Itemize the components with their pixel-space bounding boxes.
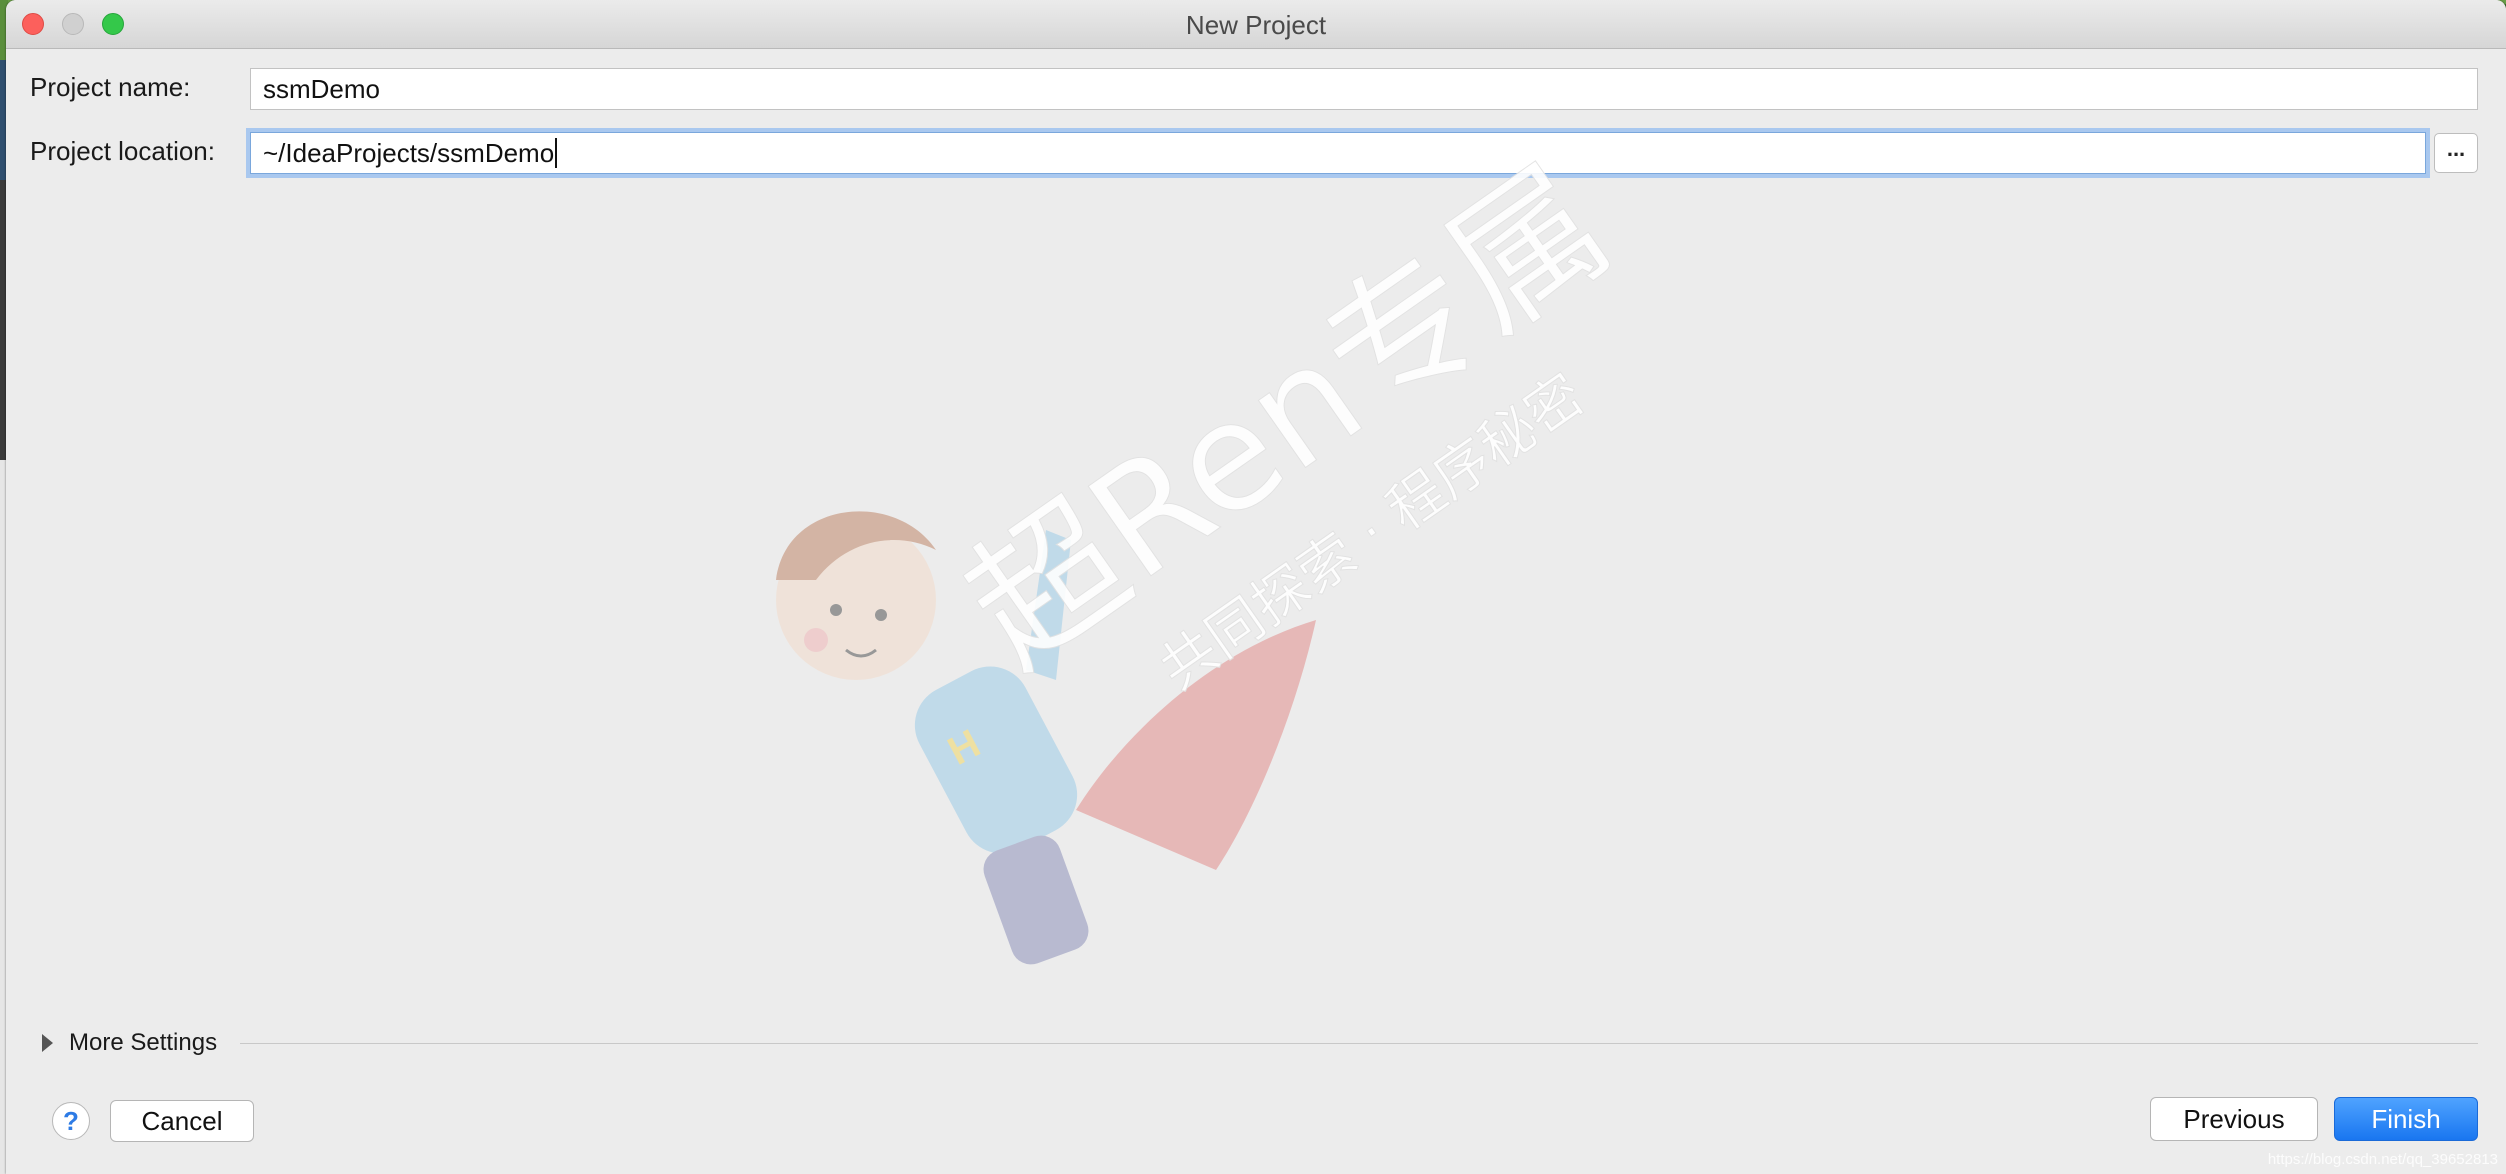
previous-button[interactable]: Previous [2150, 1097, 2318, 1141]
text-caret [555, 138, 558, 168]
more-settings-divider [240, 1043, 2478, 1044]
disclosure-triangle-icon[interactable] [42, 1034, 53, 1052]
watermark: H 超Ren专属 共同探索 · 程序秘密 [776, 135, 1639, 965]
more-settings-label[interactable]: More Settings [69, 1029, 217, 1057]
finish-button[interactable]: Finish [2334, 1097, 2478, 1141]
project-name-field[interactable]: ssmDemo [250, 68, 2478, 110]
browse-location-button[interactable]: ... [2434, 133, 2478, 173]
source-credit: https://blog.csdn.net/qq_39652813 [2267, 1151, 2498, 1168]
project-location-label: Project location: [30, 136, 215, 166]
project-name-label: Project name: [30, 72, 191, 102]
project-location-value: ~/IdeaProjects/ssmDemo [263, 137, 555, 168]
title-bar: New Project [6, 0, 2506, 49]
project-name-value: ssmDemo [263, 73, 381, 104]
help-icon[interactable]: ? [52, 1102, 90, 1140]
cancel-button[interactable]: Cancel [110, 1100, 254, 1142]
more-settings-toggle[interactable]: More Settings [34, 1028, 217, 1058]
window-title: New Project [1185, 10, 1327, 40]
new-project-dialog: New Project Project name: ssmDemo Projec… [6, 0, 2506, 1174]
